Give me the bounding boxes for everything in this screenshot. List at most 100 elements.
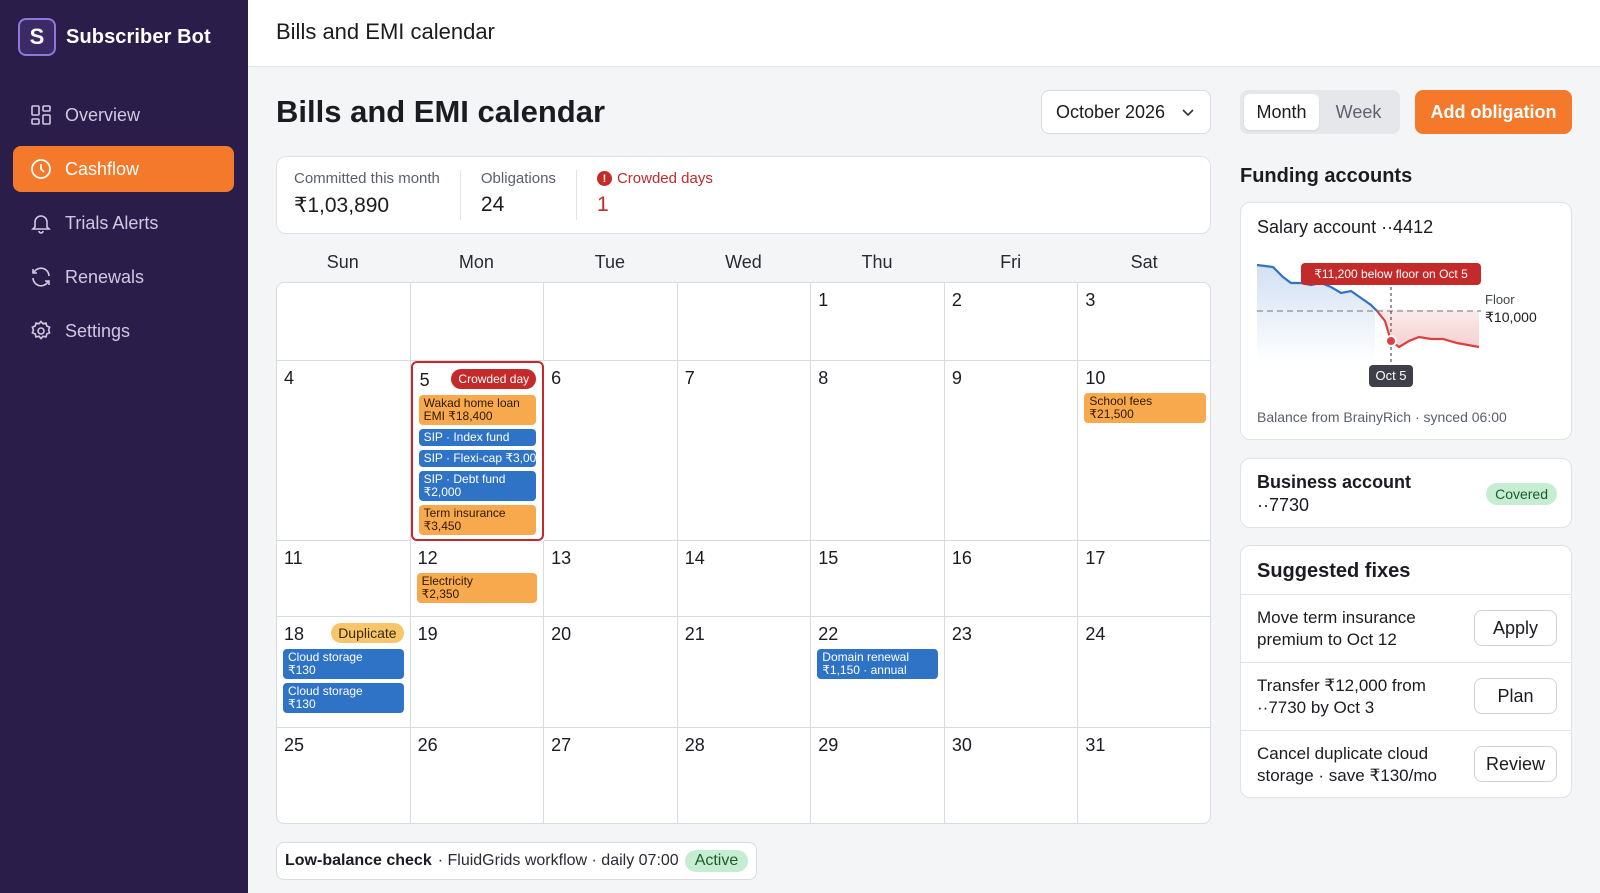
calendar-day-30[interactable]: 30 — [945, 728, 1079, 823]
workflow-status[interactable]: Low-balance check · FluidGrids workflow … — [276, 842, 758, 880]
add-obligation-button[interactable]: Add obligation — [1415, 90, 1572, 134]
sidebar-item-label: Cashflow — [65, 158, 140, 179]
workflow-detail: · FluidGrids workflow · daily 07:00 — [437, 852, 679, 869]
calendar-day-3[interactable]: 3 — [1078, 283, 1210, 361]
weekday-label: Fri — [1000, 252, 1022, 272]
day-number: 24 — [1085, 624, 1106, 644]
weekday-label: Thu — [861, 252, 893, 272]
chevron-down-icon — [1182, 109, 1194, 117]
event-text: SIP · Index fund — [423, 430, 510, 444]
sidebar-item-label: Renewals — [65, 266, 145, 287]
day-number: 16 — [951, 548, 972, 568]
calendar-day-23[interactable]: 23 — [944, 617, 1079, 728]
calendar-day-19[interactable]: 19 — [410, 617, 545, 728]
calendar-day-20[interactable]: 20 — [544, 617, 678, 728]
view-toggle: Month Week — [1240, 90, 1400, 134]
calendar-day-29[interactable]: 29 — [811, 728, 945, 823]
sidebar-item-settings[interactable]: Settings — [13, 308, 234, 354]
sidebar-nav: Overview Cashflow Trials Alerts Renewals… — [13, 92, 234, 362]
review-button[interactable]: Review — [1474, 746, 1557, 782]
calendar-empty-cell — [277, 283, 411, 361]
calendar-event[interactable]: SIP · Debt fund ₹2,000 — [418, 471, 537, 501]
calendar-event[interactable]: Wakad home loan EMI ₹18,400 — [418, 395, 537, 425]
calendar-day-25[interactable]: 25 — [277, 728, 411, 823]
calendar-day-5[interactable]: 5 Crowded day Wakad home loan EMI ₹18,400 SI… — [410, 361, 545, 541]
calendar-day-24[interactable]: 24 — [1078, 617, 1210, 728]
calendar-day-26[interactable]: 26 — [411, 728, 545, 823]
sidebar-item-cashflow[interactable]: Cashflow — [13, 146, 234, 192]
day-number: 5 — [419, 370, 430, 390]
sidebar-item-overview[interactable]: Overview — [13, 92, 234, 138]
apply-button[interactable]: Apply — [1474, 610, 1557, 646]
calendar-day-16[interactable]: 16 — [944, 541, 1079, 617]
calendar-event[interactable]: Domain renewal ₹1,150 · annual — [817, 649, 938, 679]
calendar-day-8[interactable]: 8 — [811, 361, 945, 541]
app-logo: S — [18, 18, 56, 56]
calendar-day-4[interactable]: 4 — [277, 361, 411, 541]
day-number: 2 — [951, 290, 962, 310]
calendar-event[interactable]: SIP · Flexi-cap ₹3,000 — [418, 450, 537, 467]
calendar-event[interactable]: Cloud storage ₹130 — [283, 649, 404, 679]
calendar-day-12[interactable]: 12 Electricity ₹2,350 — [410, 541, 545, 617]
month-select-value: October 2026 — [1056, 101, 1166, 122]
calendar-day-15[interactable]: 15 — [811, 541, 945, 617]
fix-row: Cancel duplicate cloud storage · save ₹1… — [1241, 730, 1571, 798]
day-number: 14 — [684, 548, 705, 568]
calendar-day-6[interactable]: 6 — [544, 361, 678, 541]
day-number: 26 — [417, 735, 438, 755]
view-week-option[interactable]: Week — [1321, 94, 1396, 130]
calendar-event[interactable]: Electricity ₹2,350 — [416, 573, 538, 603]
calendar-event[interactable]: SIP · Index fund — [418, 429, 537, 446]
business-account-card[interactable]: Business account ··7730 Covered — [1240, 458, 1572, 528]
view-month-option[interactable]: Month — [1244, 94, 1319, 130]
calendar-day-28[interactable]: 28 — [678, 728, 812, 823]
calendar-day-11[interactable]: 11 — [277, 541, 411, 617]
stat-crowded-days[interactable]: ! Crowded days 1 — [596, 170, 733, 220]
calendar-day-31[interactable]: 31 — [1078, 728, 1210, 823]
sidebar-item-label: Overview — [65, 104, 141, 125]
calendar-event[interactable]: School fees ₹21,500 — [1084, 393, 1206, 423]
plan-button[interactable]: Plan — [1474, 678, 1557, 714]
calendar-day-13[interactable]: 13 — [544, 541, 678, 617]
sidebar-item-trials-alerts[interactable]: Trials Alerts — [13, 200, 234, 246]
calendar-day-27[interactable]: 27 — [544, 728, 678, 823]
salary-account-card[interactable]: Salary account ··4412 ₹11,200 below floo… — [1240, 202, 1572, 440]
calendar-day-18[interactable]: 18 Duplicate Cloud storage ₹130 Cloud storag… — [277, 617, 411, 728]
calendar-day-2[interactable]: 2 — [944, 283, 1079, 361]
sidebar-item-renewals[interactable]: Renewals — [13, 254, 234, 300]
brand[interactable]: S Subscriber Bot — [18, 18, 211, 56]
day-number: 7 — [684, 368, 695, 388]
calendar-day-17[interactable]: 17 — [1078, 541, 1210, 617]
workflow-name: Low-balance check — [285, 852, 432, 869]
calendar-day-14[interactable]: 14 — [677, 541, 812, 617]
calendar-empty-cell — [544, 283, 678, 361]
fix-text: Cancel duplicate cloud storage · save ₹1… — [1257, 744, 1437, 785]
month-select[interactable]: October 2026 — [1041, 90, 1211, 134]
day-number: 13 — [551, 548, 572, 568]
day-number: 11 — [284, 548, 303, 568]
fix-text: Move term insurance premium to Oct 12 — [1257, 608, 1416, 649]
day-badge: Crowded day — [451, 369, 537, 389]
day-events: Wakad home loan EMI ₹18,400 SIP · Index fu… — [418, 395, 537, 539]
calendar-empty-cell — [677, 283, 812, 361]
calendar-day-10[interactable]: 10 School fees ₹21,500 — [1078, 361, 1210, 541]
day-number: 9 — [951, 368, 962, 388]
day-badge: Duplicate — [331, 623, 404, 643]
dashboard-icon — [31, 105, 51, 125]
calendar-day-7[interactable]: 7 — [677, 361, 812, 541]
calendar-day-21[interactable]: 21 — [677, 617, 812, 728]
month-calendar: 1 2 3 4 5 Crowded day Wakad home loan EMI ₹18,4… — [276, 282, 1211, 824]
day-number: 31 — [1085, 735, 1106, 755]
day-number: 12 — [417, 548, 438, 568]
calendar-event[interactable]: Cloud storage ₹130 — [283, 683, 404, 713]
sidebar: S Subscriber Bot Overview Cashflow Trial… — [0, 0, 248, 893]
calendar-day-9[interactable]: 9 — [944, 361, 1079, 541]
sidebar-item-label: Trials Alerts — [65, 212, 159, 233]
calendar-day-22[interactable]: 22 Domain renewal ₹1,150 · annual — [811, 617, 945, 728]
calendar-day-1[interactable]: 1 — [811, 283, 945, 361]
event-text: ₹1,150 · annual — [822, 663, 907, 677]
page-title: Bills and EMI calendar — [276, 94, 606, 129]
calendar-event[interactable]: Term insurance ₹3,450 — [418, 505, 537, 535]
day-number: 8 — [818, 368, 829, 388]
event-text: EMI ₹18,400 — [423, 409, 493, 423]
